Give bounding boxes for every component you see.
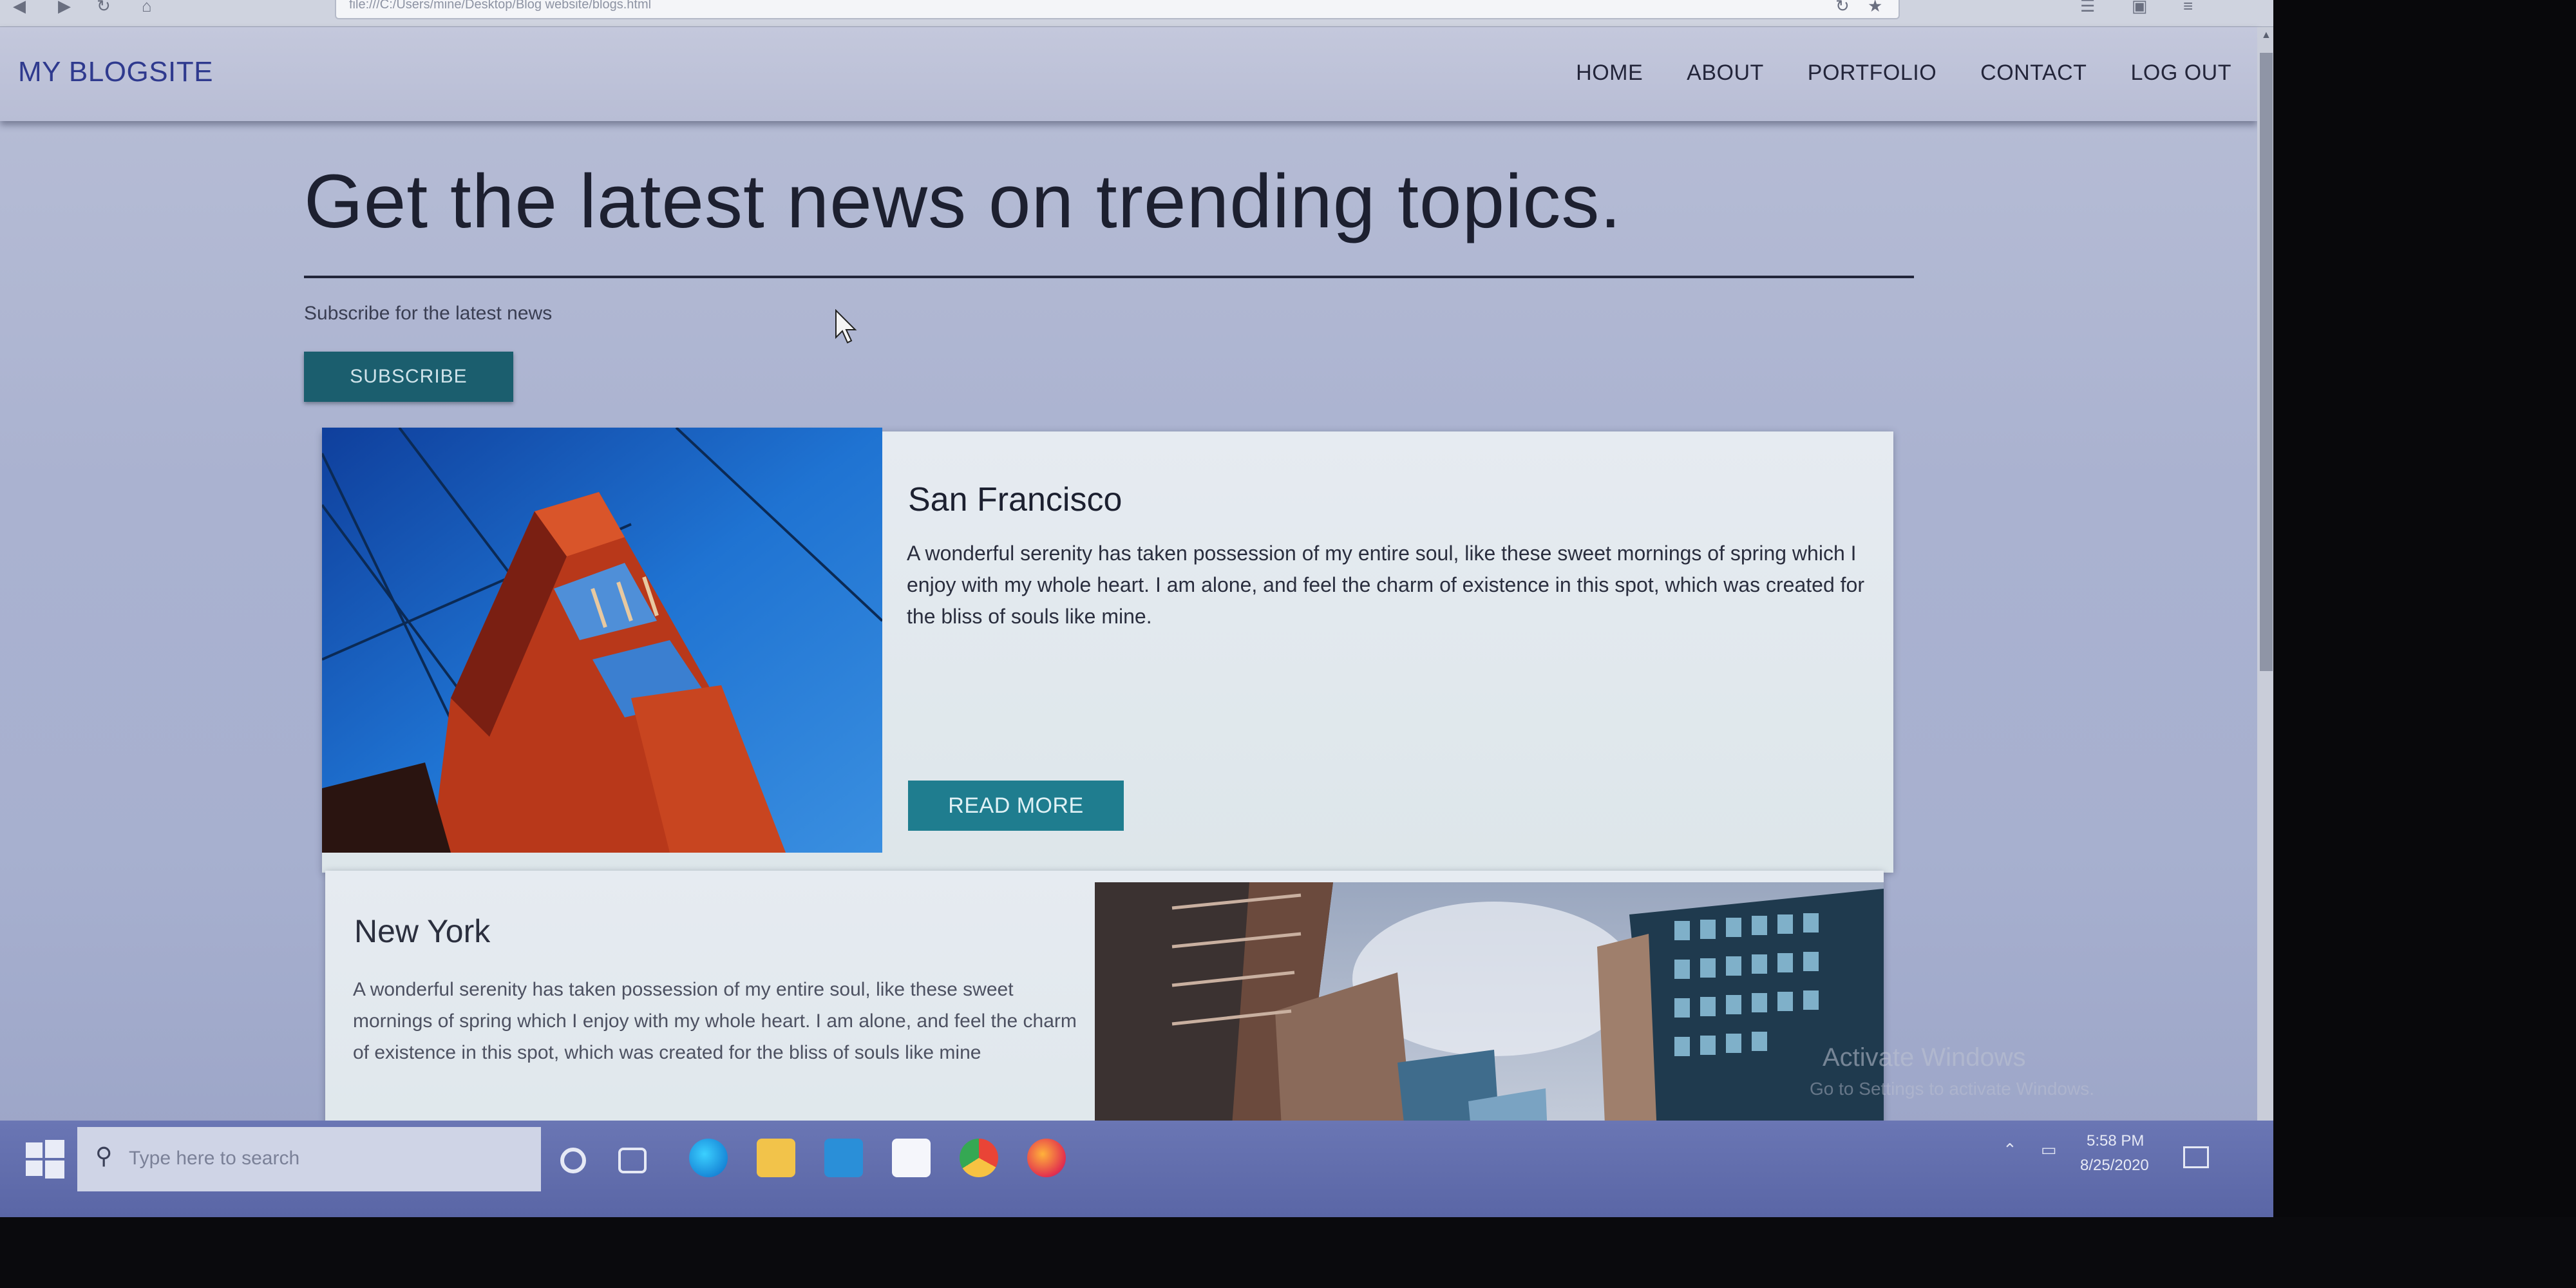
browser-toolbar: ◀ ▶ ↻ ⌂ file:///C:/Users/mine/Desktop/Bl… — [0, 0, 2273, 27]
nav-portfolio[interactable]: PORTFOLIO — [1808, 61, 1937, 86]
nav-links: HOME ABOUT PORTFOLIO CONTACT LOG OUT — [1576, 61, 2231, 86]
store-icon[interactable] — [892, 1139, 931, 1177]
monitor-bezel-bottom — [0, 1217, 2576, 1288]
mouse-cursor-icon — [835, 309, 857, 344]
subscribe-button[interactable]: SUBSCRIBE — [304, 352, 513, 402]
nav-contact[interactable]: CONTACT — [1980, 61, 2087, 86]
site-brand[interactable]: MY BLOGSITE — [18, 56, 213, 88]
nav-about[interactable]: ABOUT — [1687, 61, 1764, 86]
search-placeholder: Type here to search — [129, 1148, 300, 1169]
activate-windows-subtitle: Go to Settings to activate Windows. — [1810, 1079, 2094, 1099]
monitor-bezel — [2273, 0, 2576, 1288]
reload-icon-right[interactable]: ↻ — [1835, 0, 1850, 16]
file-explorer-icon[interactable] — [757, 1139, 795, 1177]
windows-taskbar: ⚲ Type here to search ⌃ ▭ 5:58 PM 8/25/2… — [0, 1121, 2273, 1217]
windows-start-icon[interactable] — [19, 1133, 71, 1185]
mail-icon[interactable] — [824, 1139, 863, 1177]
activate-windows-title: Activate Windows — [1823, 1043, 2026, 1072]
library-icon[interactable]: ☰ — [2080, 0, 2095, 16]
page-scrollbar[interactable]: ▲ ▼ — [2257, 27, 2273, 1167]
hero-subtitle: Subscribe for the latest news — [304, 303, 553, 324]
post-body: A wonderful serenity has taken possessio… — [353, 979, 1077, 1063]
edge-browser-icon[interactable] — [689, 1139, 728, 1177]
post-body: A wonderful serenity has taken possessio… — [907, 542, 1864, 628]
nav-home[interactable]: HOME — [1576, 61, 1643, 86]
task-view-icon[interactable] — [618, 1148, 647, 1173]
chrome-icon[interactable] — [960, 1139, 998, 1177]
action-center-icon[interactable] — [2183, 1146, 2209, 1168]
system-tray: ⌃ ▭ — [2003, 1140, 2057, 1160]
nav-logout[interactable]: LOG OUT — [2130, 61, 2231, 86]
reload-icon[interactable]: ↻ — [97, 0, 111, 16]
sidebar-icon[interactable]: ▣ — [2132, 0, 2148, 16]
golden-gate-image — [322, 428, 882, 853]
post-card-san-francisco: San Francisco A wonderful serenity has t… — [322, 428, 1893, 873]
scroll-up-icon[interactable]: ▲ — [2261, 30, 2271, 41]
search-icon: ⚲ — [95, 1142, 113, 1169]
clock-date[interactable]: 8/25/2020 — [2080, 1157, 2149, 1175]
post-title: New York — [354, 913, 491, 949]
address-bar[interactable]: file:///C:/Users/mine/Desktop/Blog websi… — [335, 0, 1900, 19]
hero-title: Get the latest news on trending topics. — [304, 159, 1622, 244]
screen: ◀ ▶ ↻ ⌂ file:///C:/Users/mine/Desktop/Bl… — [0, 0, 2273, 1217]
read-more-button[interactable]: READ MORE — [908, 781, 1124, 831]
site-navbar: MY BLOGSITE HOME ABOUT PORTFOLIO CONTACT… — [0, 27, 2257, 121]
scroll-thumb[interactable] — [2260, 53, 2273, 671]
cortana-icon[interactable] — [560, 1148, 586, 1173]
menu-icon[interactable]: ≡ — [2183, 0, 2193, 16]
hero-divider — [304, 276, 1914, 278]
forward-icon[interactable]: ▶ — [58, 0, 71, 16]
home-icon[interactable]: ⌂ — [142, 0, 152, 16]
battery-icon[interactable]: ▭ — [2041, 1140, 2057, 1159]
firefox-icon[interactable] — [1027, 1139, 1066, 1177]
clock-time[interactable]: 5:58 PM — [2087, 1132, 2144, 1150]
tray-chevron-icon[interactable]: ⌃ — [2003, 1140, 2017, 1159]
back-icon[interactable]: ◀ — [13, 0, 26, 16]
bookmark-star-icon[interactable]: ★ — [1868, 0, 1882, 16]
taskbar-search-input[interactable]: ⚲ Type here to search — [77, 1127, 541, 1191]
url-text: file:///C:/Users/mine/Desktop/Blog websi… — [349, 0, 652, 12]
post-title: San Francisco — [908, 481, 1122, 518]
